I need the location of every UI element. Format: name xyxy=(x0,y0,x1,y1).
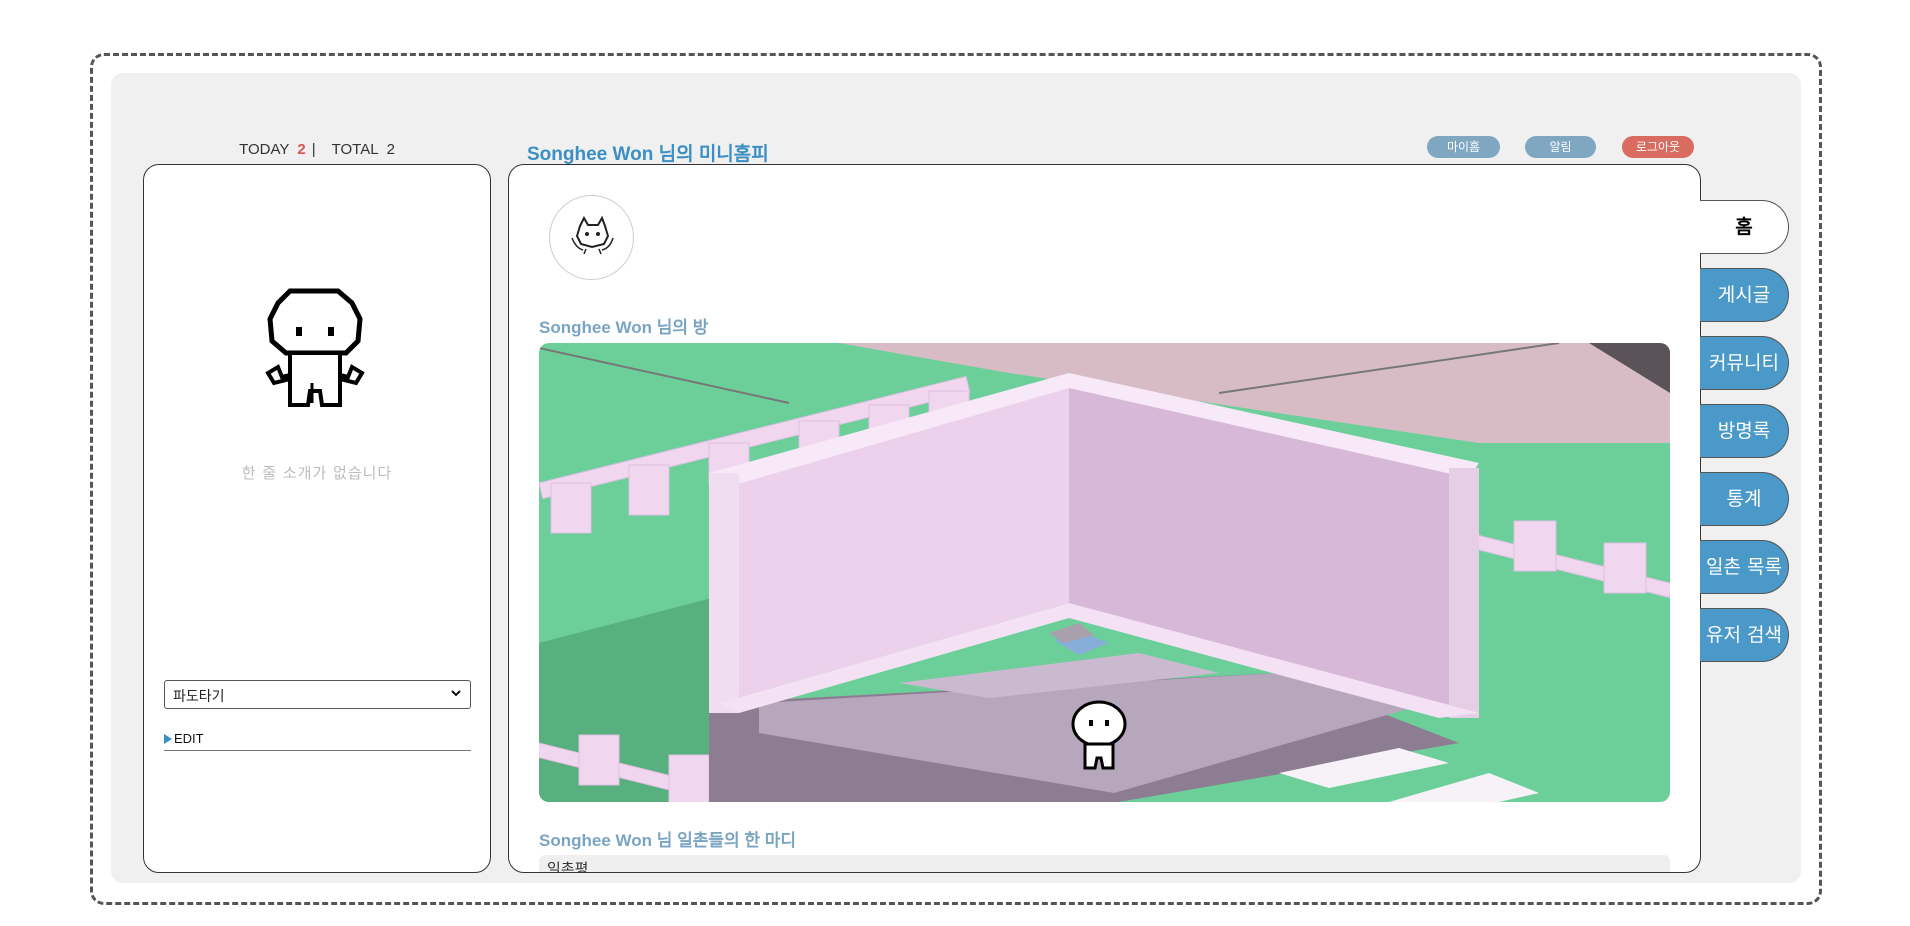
tab-posts[interactable]: 게시글 xyxy=(1700,268,1789,322)
triangle-right-icon xyxy=(164,734,172,744)
profile-picture[interactable] xyxy=(549,195,634,280)
chevron-down-icon xyxy=(451,690,461,697)
edit-toggle[interactable]: EDIT xyxy=(164,731,471,751)
visitor-counter: TODAY 2 | TOTAL 2 xyxy=(143,141,491,158)
alarm-button[interactable]: 알림 xyxy=(1525,136,1596,158)
logout-button[interactable]: 로그아웃 xyxy=(1622,136,1694,158)
profile-sidebar: 한 줄 소개가 없습니다 파도타기 EDIT xyxy=(143,164,491,873)
tab-ilchon-list[interactable]: 일촌 목록 xyxy=(1700,540,1789,594)
counter-separator: | xyxy=(311,141,316,158)
wave-select-value: 파도타기 xyxy=(173,689,225,705)
pixel-avatar xyxy=(265,288,365,407)
wave-select[interactable]: 파도타기 xyxy=(164,680,471,709)
edit-label: EDIT xyxy=(174,731,204,746)
main-content: Songhee Won 님의 방 Songhee Won 님 일촌들의 한 마디… xyxy=(508,164,1701,873)
room-scene xyxy=(539,343,1670,802)
bio-text: 한 줄 소개가 없습니다 xyxy=(241,464,393,482)
comments-title: Songhee Won 님 일촌들의 한 마디 xyxy=(539,831,797,850)
cat-doodle-icon xyxy=(571,215,614,255)
total-count: 2 xyxy=(386,141,395,158)
tab-community[interactable]: 커뮤니티 xyxy=(1700,336,1789,390)
today-label: TODAY xyxy=(239,141,290,158)
tab-user-search[interactable]: 유저 검색 xyxy=(1700,608,1789,662)
tab-statistics[interactable]: 통계 xyxy=(1700,472,1789,526)
comment-input[interactable]: 일촌평 xyxy=(539,855,1670,872)
today-count: 2 xyxy=(297,141,306,158)
tab-guestbook[interactable]: 방명록 xyxy=(1700,404,1789,458)
room-title: Songhee Won 님의 방 xyxy=(539,318,709,337)
my-home-button[interactable]: 마이홈 xyxy=(1427,136,1500,158)
tab-home[interactable]: 홈 xyxy=(1700,200,1789,254)
total-label: TOTAL xyxy=(331,141,379,158)
page-title: Songhee Won 님의 미니홈피 xyxy=(527,144,769,165)
